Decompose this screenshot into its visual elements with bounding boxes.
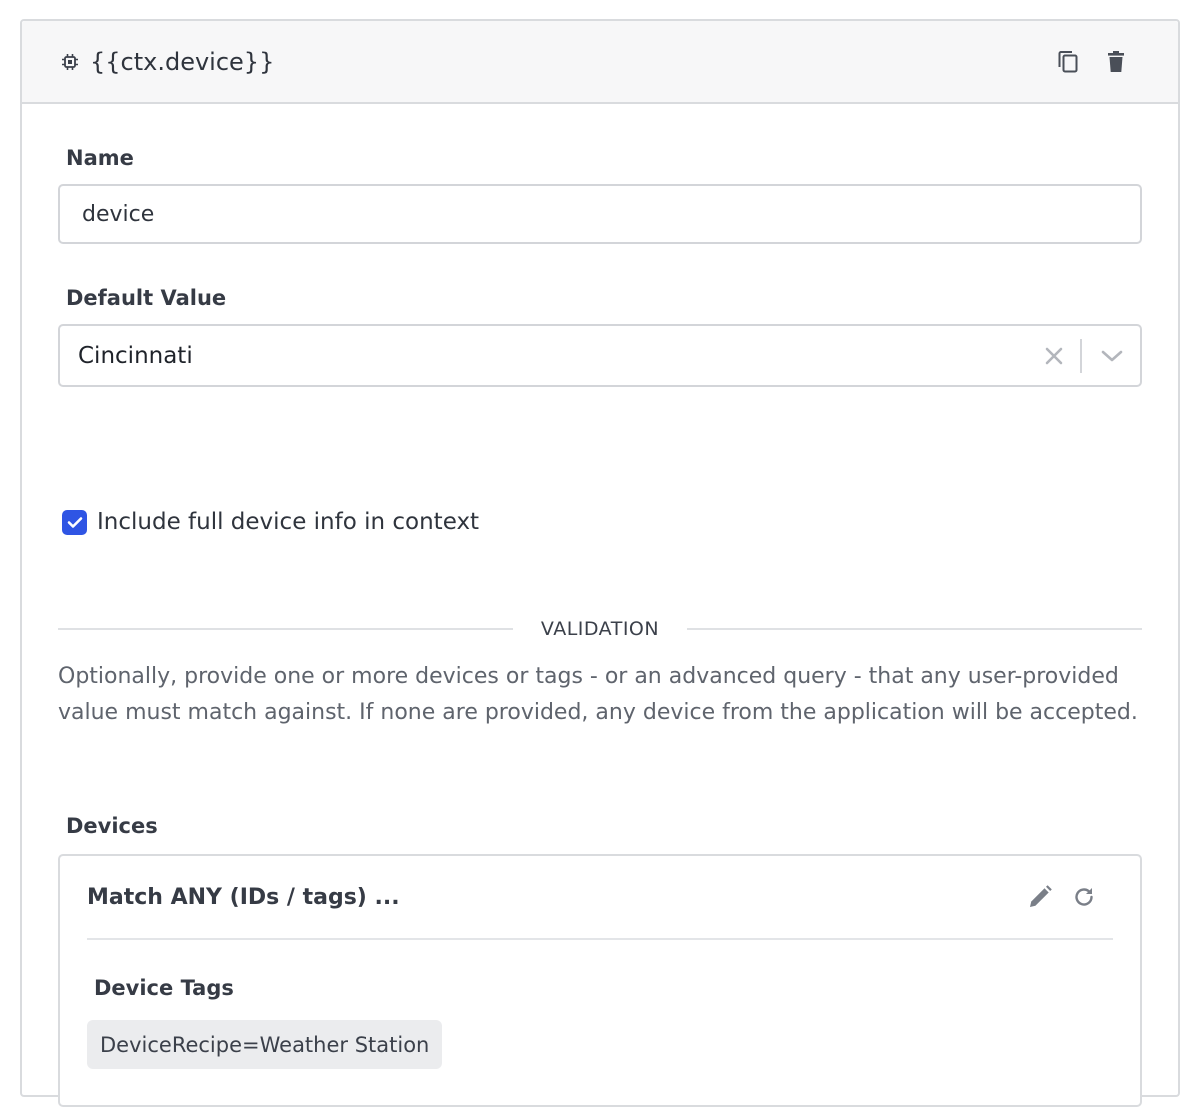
devices-label: Devices (66, 814, 158, 838)
devices-panel-actions (1025, 882, 1099, 912)
validation-help-text: Optionally, provide one or more devices … (58, 664, 1138, 725)
device-tag: DeviceRecipe=Weather Station (87, 1020, 443, 1069)
default-value-select[interactable]: Cincinnati (58, 324, 1142, 387)
name-label: Name (66, 146, 134, 170)
include-full-info-label: Include full device info in context (97, 509, 480, 535)
refresh-icon[interactable] (1069, 882, 1099, 912)
select-separator (1080, 338, 1082, 373)
divider-line-left (58, 628, 513, 630)
clear-icon[interactable] (1032, 336, 1076, 376)
device-tags-label: Device Tags (94, 976, 234, 1000)
pencil-icon[interactable] (1025, 882, 1055, 912)
include-full-info-row[interactable]: Include full device info in context (62, 509, 479, 535)
default-value-selected: Cincinnati (78, 342, 193, 369)
divider-line-right (687, 628, 1143, 630)
devices-panel-title: Match ANY (IDs / tags) ... (87, 884, 400, 910)
devices-panel-header: Match ANY (IDs / tags) ... (87, 856, 1113, 940)
validation-divider: VALIDATION (58, 614, 1143, 644)
default-value-label: Default Value (66, 286, 227, 310)
name-input[interactable] (58, 184, 1142, 244)
card-header: {{ctx.device}} (22, 21, 1178, 104)
chip-icon (60, 52, 80, 72)
chevron-down-icon[interactable] (1092, 336, 1132, 376)
header-actions (1054, 48, 1130, 76)
card-title: {{ctx.device}} (90, 47, 275, 76)
include-full-info-checkbox[interactable] (62, 509, 87, 535)
devices-panel: Match ANY (IDs / tags) ... Device Tags D… (58, 854, 1142, 1107)
trash-icon[interactable] (1102, 48, 1130, 76)
context-variable-card: {{ctx.device}} Name Default Value Cinci (20, 19, 1180, 1107)
validation-heading: VALIDATION (540, 618, 660, 640)
copy-icon[interactable] (1054, 48, 1082, 76)
